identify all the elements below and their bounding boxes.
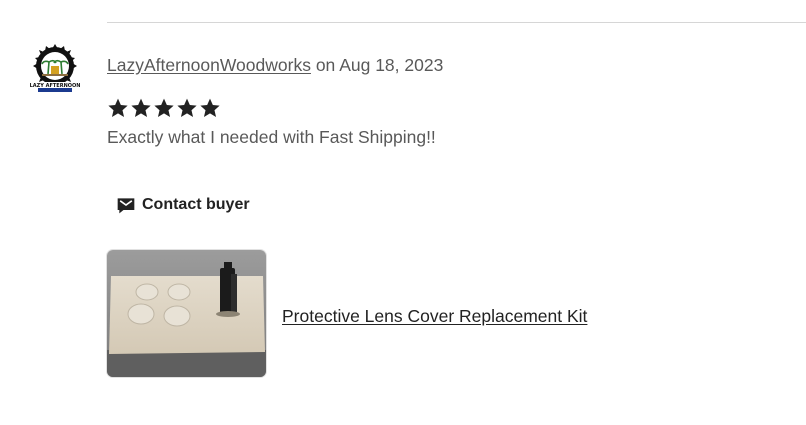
star-icon — [108, 98, 128, 117]
sawblade-logo-icon: LAZY AFTERNOON — [30, 44, 80, 92]
contact-buyer-button[interactable]: Contact buyer — [108, 186, 258, 224]
star-icon — [177, 98, 197, 117]
star-icon — [131, 98, 151, 117]
reviewer-name-link[interactable]: LazyAfternoonWoodworks — [107, 55, 311, 75]
review-card: LAZY AFTERNOON LazyAfternoonWoodworks on… — [0, 0, 806, 425]
date-prefix: on — [315, 55, 336, 75]
divider — [107, 22, 806, 23]
product-thumbnail[interactable] — [107, 250, 266, 377]
star-rating — [107, 97, 221, 119]
product-image — [107, 250, 266, 377]
product-title-link[interactable]: Protective Lens Cover Replacement Kit — [282, 306, 587, 327]
contact-buyer-label: Contact buyer — [142, 196, 250, 213]
review-date: Aug 18, 2023 — [339, 55, 444, 75]
star-icon — [154, 98, 174, 117]
star-icon — [200, 98, 220, 117]
review-text: Exactly what I needed with Fast Shipping… — [107, 127, 436, 147]
review-header: LazyAfternoonWoodworks on Aug 18, 2023 — [107, 55, 443, 76]
reviewer-avatar[interactable]: LAZY AFTERNOON — [28, 44, 82, 94]
mail-icon — [117, 198, 135, 214]
